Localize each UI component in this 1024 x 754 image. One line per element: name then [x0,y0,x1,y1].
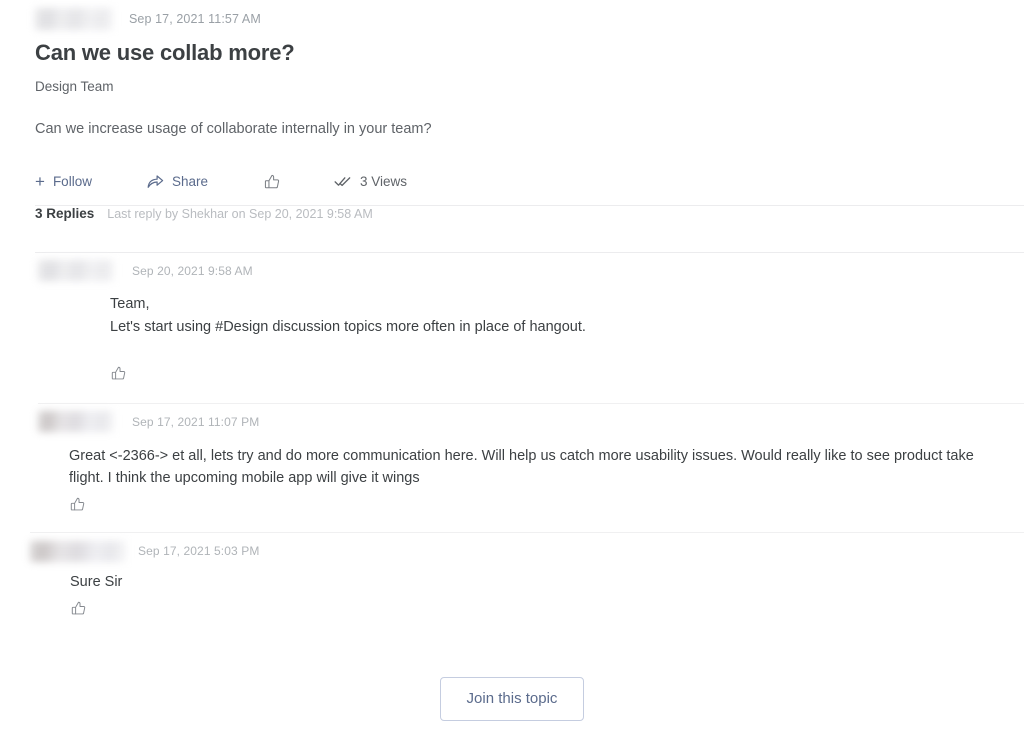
views-indicator: 3 Views [334,174,407,189]
share-button[interactable]: Share [147,174,208,189]
reply-meta-row: Sep 17, 2021 11:07 PM [38,404,1024,434]
topic-body-text: Can we increase usage of collaborate int… [35,121,432,137]
replies-header: 3 Replies Last reply by Shekhar on Sep 2… [0,206,1024,252]
share-button-label: Share [171,174,208,190]
thumbs-up-icon [71,602,86,615]
share-arrow-icon [147,174,164,189]
thumbs-up-icon [111,366,126,379]
reply-body-line: Great <-2366-> et all, lets try and do m… [69,447,974,487]
footer: Join this topic [0,644,1024,754]
thumbs-up-icon [70,498,85,511]
list-item: Sep 17, 2021 11:07 PM Great <-2366-> et … [0,404,1024,533]
list-item: Sep 17, 2021 5:03 PM Sure Sir [0,533,1024,622]
reply-timestamp: Sep 17, 2021 11:07 PM [132,414,260,429]
discussion-topic-page: Sep 17, 2021 11:57 AM Can we use collab … [0,0,1024,754]
reply-meta-row: Sep 17, 2021 5:03 PM [30,533,1024,563]
reply-actions [38,492,1024,518]
reply-like-button[interactable] [69,496,86,513]
last-reply-label: Last reply by Shekhar on Sep 20, 2021 9:… [107,206,373,221]
reply-body-line: Team, [110,295,150,312]
reply-meta-row: Sep 20, 2021 9:58 AM [38,253,1024,283]
reply-actions [38,361,1024,387]
double-check-icon [334,175,352,188]
reply-body-line: Let's start using #Design discussion top… [110,318,586,335]
reply-body-text: Team, Let's start using #Design discussi… [38,293,1024,339]
follow-button-label: Follow [52,174,92,190]
reply-body-line: Sure Sir [70,574,123,591]
topic-header: Sep 17, 2021 11:57 AM Can we use collab … [0,0,1024,141]
topic-group-label: Design Team [35,79,114,94]
thumbs-up-icon [263,173,281,191]
topic-timestamp: Sep 17, 2021 11:57 AM [129,11,261,26]
reply-like-button[interactable] [70,600,87,617]
reply-author-name-redacted [30,540,126,562]
reply-author-name-redacted [38,411,114,433]
list-item: Sep 20, 2021 9:58 AM Team, Let's start u… [0,253,1024,403]
topic-author-name-redacted [35,7,113,30]
reply-like-button[interactable] [110,365,127,382]
topic-like-button[interactable] [263,173,281,191]
follow-button[interactable]: + Follow [35,171,92,191]
replies-count-label: 3 Replies [35,205,95,221]
topic-action-bar: + Follow Share 3 Views [0,159,1024,205]
reply-body-text: Great <-2366-> et all, lets try and do m… [38,445,1024,491]
topic-meta-row: Sep 17, 2021 11:57 AM [35,0,1024,30]
reply-author-name-redacted [38,260,114,282]
plus-icon: + [35,171,45,191]
page-title: Can we use collab more? [35,40,295,65]
views-count-label: 3 Views [359,174,408,190]
reply-timestamp: Sep 20, 2021 9:58 AM [132,263,253,278]
reply-actions [30,596,1024,622]
join-topic-button[interactable]: Join this topic [439,676,585,722]
reply-body-text: Sure Sir [30,571,1024,594]
reply-timestamp: Sep 17, 2021 5:03 PM [138,544,260,559]
